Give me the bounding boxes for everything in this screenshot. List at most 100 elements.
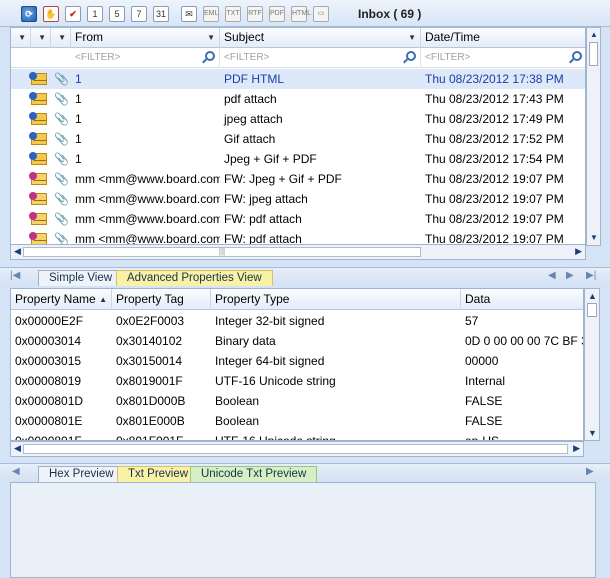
first-tab-icon[interactable]: |◀ <box>10 270 20 281</box>
preview-pane <box>10 482 596 578</box>
message-row[interactable]: 📎 1 Jpeg + Gif + PDF Thu 08/23/2012 17:54 P… <box>11 149 585 169</box>
scroll-left-icon[interactable]: ◀ <box>14 246 21 257</box>
scroll-thumb[interactable]: ||| <box>23 247 421 257</box>
column-header-subject[interactable]: Subject ▼ <box>220 28 421 48</box>
tab-txt-preview[interactable]: Txt Preview <box>117 466 200 482</box>
property-row[interactable]: 0x00003014 0x30140102 Binary data 0D 0 00 0… <box>11 331 583 351</box>
new-mail-icon <box>29 72 47 85</box>
filter-row: <FILTER> <FILTER> <FILTER> <box>11 48 585 68</box>
tab-hex-preview[interactable]: Hex Preview <box>38 466 125 482</box>
filter-from[interactable]: <FILTER> <box>71 48 220 68</box>
column-label-property-type: Property Type <box>215 292 290 306</box>
folder-title: Inbox ( 69 ) <box>358 7 422 21</box>
export-html-icon[interactable]: HTML <box>291 6 311 22</box>
tab-unicode-txt-preview[interactable]: Unicode Txt Preview <box>190 466 318 482</box>
filter-subject[interactable]: <FILTER> <box>220 48 421 68</box>
export-txt-icon[interactable]: TXT <box>225 6 241 22</box>
message-row[interactable]: 📎 1 pdf attach Thu 08/23/2012 17:43 PM <box>11 89 585 109</box>
scroll-up-icon[interactable]: ▲ <box>588 291 597 301</box>
property-row[interactable]: 0x0000801E 0x801E000B Boolean FALSE <box>11 411 583 431</box>
scroll-down-icon[interactable]: ▼ <box>590 233 598 242</box>
paperclip-icon: 📎 <box>54 112 69 126</box>
column-label-property-name: Property Name <box>15 292 96 306</box>
property-data: 0D 0 00 00 00 7C BF 37 6 <box>465 334 583 348</box>
scroll-down-icon[interactable]: ▼ <box>588 428 597 438</box>
property-tag: 0x30150014 <box>116 354 183 368</box>
column-menu-3[interactable]: ▼ <box>51 28 71 48</box>
column-header-from[interactable]: From ▼ <box>71 28 220 48</box>
scroll-left-icon[interactable]: ◀ <box>14 443 21 454</box>
message-list-hscrollbar[interactable]: ◀ ||| ▶ <box>10 244 586 260</box>
property-row[interactable]: 0x0000801F 0x801F001F UTF-16 Unicode strin… <box>11 431 583 441</box>
next-tab-icon[interactable]: ▶ <box>566 270 574 281</box>
property-row[interactable]: 0x00008019 0x8019001F UTF-16 Unicode strin… <box>11 371 583 391</box>
property-data: 57 <box>465 314 479 328</box>
scroll-up-icon[interactable]: ▲ <box>590 30 598 39</box>
property-grid-vscrollbar[interactable]: ▲ ▼ <box>584 288 600 441</box>
column-header-data[interactable]: Data <box>461 289 583 310</box>
export-pdf-icon[interactable]: PDF <box>269 6 285 22</box>
calendar-1-icon[interactable]: 1 <box>87 6 103 22</box>
hand-icon[interactable]: ✋ <box>43 6 59 22</box>
column-label-data: Data <box>465 292 491 306</box>
column-header-property-name[interactable]: Property Name ▲ <box>11 289 112 310</box>
calendar-7-icon[interactable]: 7 <box>131 6 147 22</box>
property-name: 0x0000801E <box>15 414 83 428</box>
scroll-thumb[interactable] <box>587 303 597 317</box>
scroll-thumb[interactable] <box>589 42 598 66</box>
message-from: mm <mm@www.board.com> <box>75 212 220 226</box>
filter-datetime[interactable]: <FILTER> <box>421 48 585 68</box>
export-other-icon[interactable]: ▭ <box>313 6 329 22</box>
column-header-datetime[interactable]: Date/Time <box>421 28 585 48</box>
property-tag: 0x801F001F <box>116 434 184 441</box>
message-row[interactable]: 📎 mm <mm@www.board.com> FW: Jpeg + Gif + P… <box>11 169 585 189</box>
property-type: UTF-16 Unicode string <box>215 374 336 388</box>
status-badge <box>29 132 37 140</box>
message-list-vscrollbar[interactable]: ▲ ▼ <box>586 27 601 246</box>
message-row[interactable]: 📎 1 jpeg attach Thu 08/23/2012 17:49 PM <box>11 109 585 129</box>
scroll-thumb[interactable] <box>23 444 568 454</box>
export-eml-icon[interactable]: EML <box>203 6 219 22</box>
message-row[interactable]: 📎 mm <mm@www.board.com> FW: pdf attach Thu … <box>11 209 585 229</box>
prev-tab-icon[interactable]: ◀ <box>12 466 20 477</box>
calendar-31-icon[interactable]: 31 <box>153 6 169 22</box>
message-date: Thu 08/23/2012 19:07 PM <box>425 172 564 186</box>
search-icon[interactable] <box>205 51 215 61</box>
status-badge <box>29 152 37 160</box>
refresh-icon[interactable]: ⟳ <box>21 6 37 22</box>
column-header-property-type[interactable]: Property Type <box>211 289 461 310</box>
paperclip-icon: 📎 <box>54 132 69 146</box>
search-icon[interactable] <box>406 51 416 61</box>
status-badge <box>29 192 37 200</box>
message-row[interactable]: 📎 1 Gif attach Thu 08/23/2012 17:52 PM <box>11 129 585 149</box>
checklist-icon[interactable]: ✔ <box>65 6 81 22</box>
calendar-5-icon[interactable]: 5 <box>109 6 125 22</box>
property-name: 0x0000801F <box>15 434 82 441</box>
envelope-icon[interactable]: ✉ <box>181 6 197 22</box>
tab-advanced-properties-view[interactable]: Advanced Properties View <box>116 270 273 286</box>
next-tab-icon[interactable]: ▶ <box>586 466 594 477</box>
search-icon[interactable] <box>572 51 582 61</box>
message-row[interactable]: 📎 1 PDF HTML Thu 08/23/2012 17:38 PM <box>11 69 585 89</box>
property-row[interactable]: 0x00000E2F 0x0E2F0003 Integer 32-bit signe… <box>11 311 583 331</box>
new-mail-icon <box>29 112 47 125</box>
property-grid-hscrollbar[interactable]: ◀ ▶ <box>10 441 584 457</box>
prev-tab-icon[interactable]: ◀ <box>548 270 556 281</box>
message-row[interactable]: 📎 mm <mm@www.board.com> FW: jpeg attach Thu… <box>11 189 585 209</box>
column-menu-1[interactable]: ▼ <box>11 28 31 48</box>
property-row[interactable]: 0x0000801D 0x801D000B Boolean FALSE <box>11 391 583 411</box>
column-menu-2[interactable]: ▼ <box>31 28 51 48</box>
property-row[interactable]: 0x00003015 0x30150014 Integer 64-bit signe… <box>11 351 583 371</box>
message-from: 1 <box>75 92 82 106</box>
property-data: Internal <box>465 374 506 388</box>
column-label-datetime: Date/Time <box>425 30 480 44</box>
property-type: Boolean <box>215 414 260 428</box>
scroll-right-icon[interactable]: ▶ <box>575 246 582 257</box>
column-header-property-tag[interactable]: Property Tag <box>112 289 211 310</box>
sort-ascending-icon: ▲ <box>99 295 107 304</box>
last-tab-icon[interactable]: ▶| <box>586 270 596 281</box>
scroll-right-icon[interactable]: ▶ <box>573 443 580 454</box>
property-data: en-US <box>465 434 500 441</box>
export-rtf-icon[interactable]: RTF <box>247 6 263 22</box>
tab-simple-view[interactable]: Simple View <box>38 270 124 286</box>
